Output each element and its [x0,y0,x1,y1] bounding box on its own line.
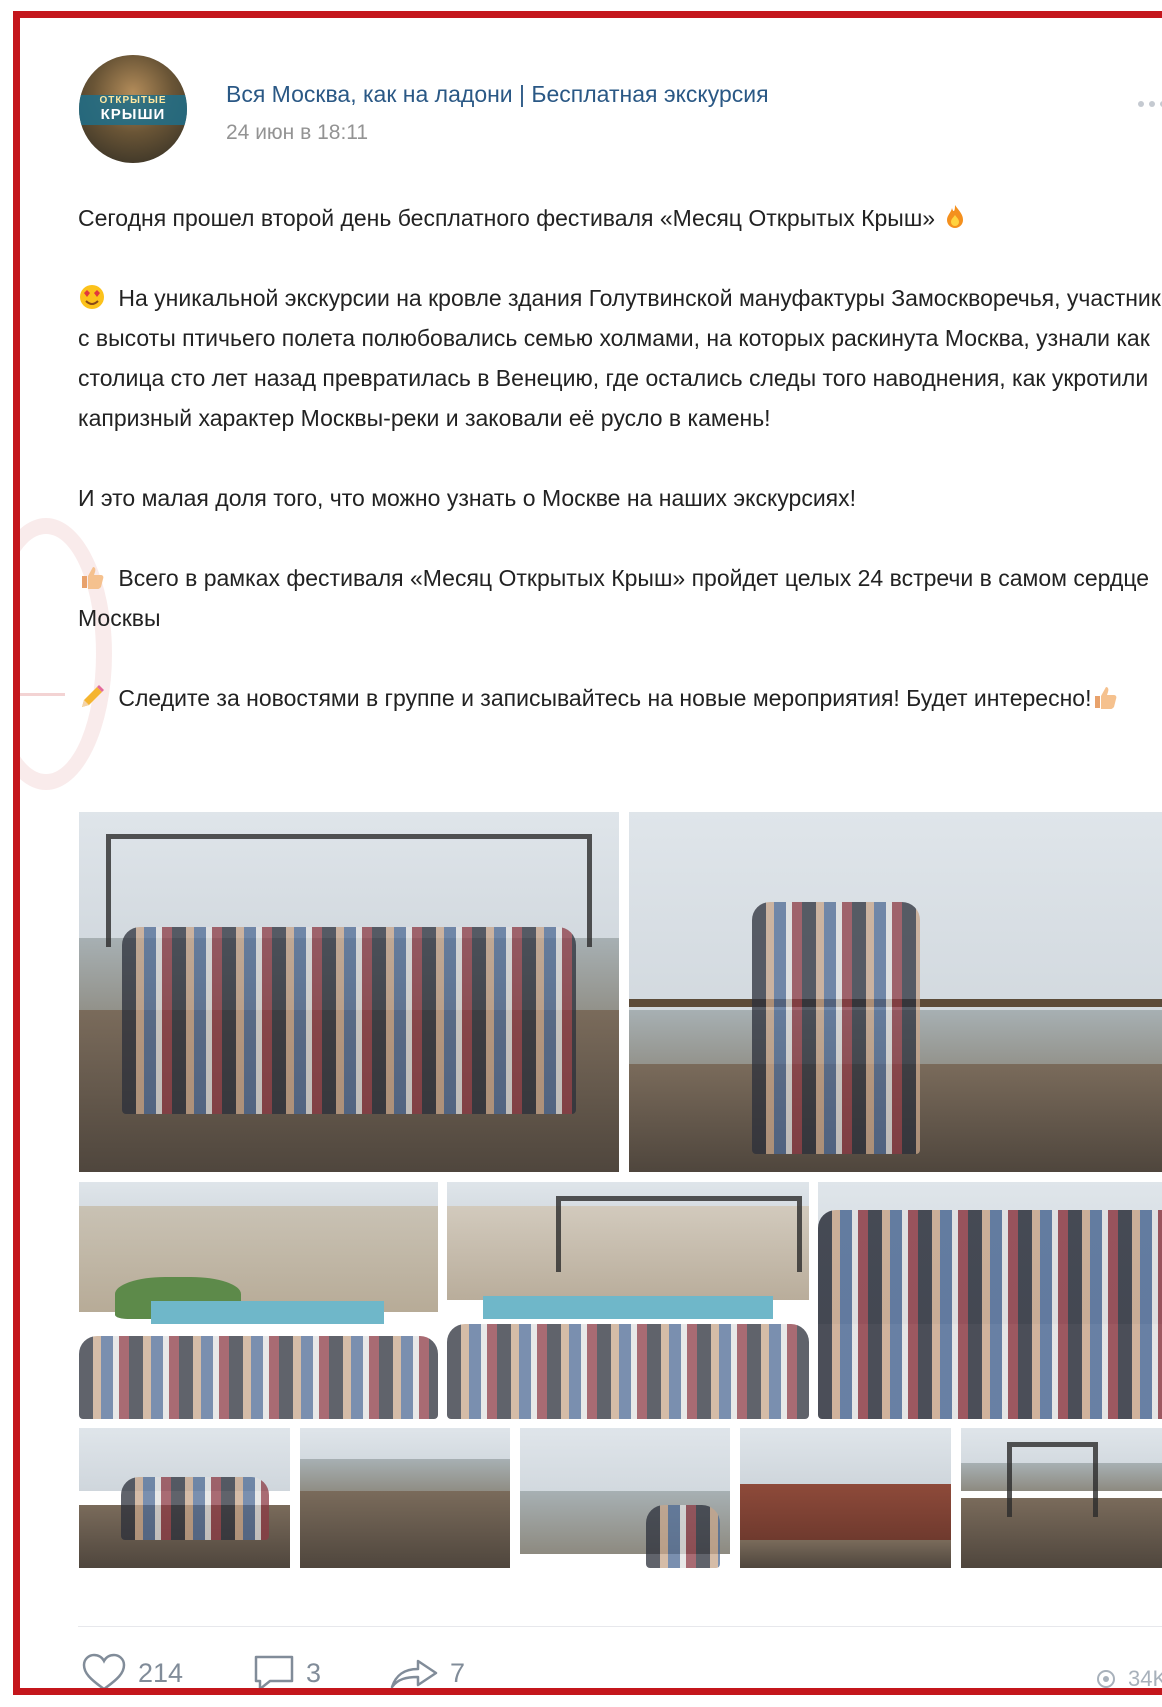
views-count: 34K [1128,1666,1162,1691]
photo-rooftop-small-2[interactable] [300,1428,510,1568]
comment-button[interactable]: 3 [252,1648,322,1688]
photo-banner [150,1300,385,1325]
wall-post: ОТКРЫТЫЕ КРЫШИ Вся Москва, как на ладони… [20,18,1162,1688]
post-paragraph-text: И это малая доля того, что можно узнать … [78,485,857,511]
photo-railing-two-men[interactable] [629,812,1162,1172]
post-paragraph: Следите за новостями в группе и записыва… [78,678,1162,718]
photo-people [447,1324,809,1419]
comment-icon [254,1655,294,1688]
photo-people [752,902,921,1154]
screenshot: { "post": { "group_name": "Вся Москва, к… [0,0,1162,1707]
group-name-link[interactable]: Вся Москва, как на ладони | Бесплатная э… [226,81,769,108]
photo-red-building[interactable] [740,1428,951,1568]
photo-city [300,1458,510,1494]
avatar-caption: ОТКРЫТЫЕ [99,95,167,106]
pencil-emoji-icon [82,685,104,707]
comment-count: 3 [306,1657,322,1688]
actions-divider [78,1626,1162,1627]
photo-sky [740,1428,951,1484]
post-paragraph-text: Сегодня прошел второй день бесплатного ф… [78,205,936,231]
photo-structure [1006,1442,1098,1517]
fire-emoji-icon [947,205,964,228]
thumbs-up-emoji-icon [82,567,104,589]
post-frame: ОТКРЫТЫЕ КРЫШИ Вся Москва, как на ладони… [13,11,1162,1695]
like-button[interactable]: 214 [80,1648,184,1688]
avatar-title: КРЫШИ [100,106,166,123]
photo-rooftop-small-3[interactable] [961,1428,1162,1568]
eye-icon [1097,1670,1115,1688]
photo-crowd-city-view[interactable] [79,1182,438,1419]
photo-group-rooftop[interactable] [79,812,619,1172]
post-paragraph: Всего в рамках фестиваля «Месяц Открытых… [78,558,1162,638]
photo-ground [740,1540,951,1568]
photo-people [121,1477,269,1540]
photo-banner [483,1295,773,1320]
views-counter: 34K [1092,1666,1162,1691]
post-paragraph-text: Следите за новостями в группе и записыва… [118,685,1092,711]
photo-people [818,1210,1162,1419]
more-options-icon[interactable] [1138,94,1162,107]
photo-people [646,1505,720,1568]
heart-icon [82,1653,126,1688]
photo-ground [300,1491,510,1568]
more-dot [1149,101,1155,107]
like-count: 214 [138,1657,184,1688]
post-date[interactable]: 24 июн в 18:11 [226,121,368,145]
photo-rooftop-small-1[interactable] [79,1428,290,1568]
more-dot [1138,101,1144,107]
photo-structure [555,1196,802,1273]
photo-people [122,927,576,1115]
share-button[interactable]: 7 [388,1648,466,1688]
post-paragraph-text: Всего в рамках фестиваля «Месяц Открытых… [78,565,1150,631]
photo-brick-building [740,1484,951,1540]
thumbs-up-emoji-icon [1095,687,1117,709]
photo-men-closeup[interactable] [818,1182,1162,1419]
photo-crowd-speaker[interactable] [447,1182,809,1419]
post-paragraph: Сегодня прошел второй день бесплатного ф… [78,198,1162,238]
share-count: 7 [450,1657,466,1688]
group-avatar[interactable]: ОТКРЫТЫЕ КРЫШИ [79,55,187,163]
post-paragraph: И это малая доля того, что можно узнать … [78,478,1162,518]
heart-eyes-emoji-icon [80,285,104,309]
share-icon [390,1659,438,1688]
post-paragraph: На уникальной экскурсии на кровле здания… [78,278,1162,438]
photo-people [79,1336,438,1419]
photo-monument-view[interactable] [520,1428,730,1568]
post-text: Сегодня прошел второй день бесплатного ф… [78,198,1162,718]
post-paragraph-text: На уникальной экскурсии на кровле здания… [78,285,1162,431]
